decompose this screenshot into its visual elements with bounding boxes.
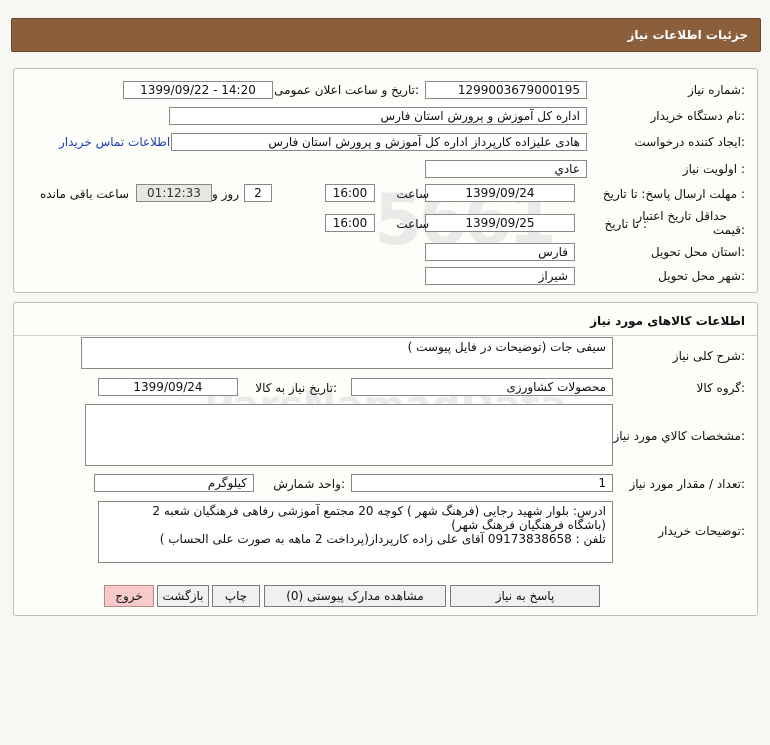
goods-group-label: گروه کالا: bbox=[696, 381, 746, 395]
unit-field: کیلوگرم bbox=[94, 474, 254, 492]
unit-label: واحد شمارش: bbox=[273, 477, 345, 491]
buyer-notes-line: (باشگاه فرهنگیان فرهنگ شهر) bbox=[451, 518, 606, 532]
announce-datetime-field: 1399/09/22 - 14:20 bbox=[123, 81, 273, 99]
days-remaining-field: 2 bbox=[244, 184, 272, 202]
quantity-label: تعداد / مقدار مورد نیاز: bbox=[629, 477, 745, 491]
goods-group-field: محصولات کشاورزی bbox=[351, 378, 613, 396]
page-header: جزئیات اطلاعات نیاز bbox=[11, 18, 761, 52]
exit-button[interactable]: خروج bbox=[104, 585, 154, 607]
deadline-time-label: ساعت bbox=[396, 187, 429, 201]
buyer-contact-link[interactable]: اطلاعات تماس خریدار bbox=[59, 135, 170, 149]
remaining-time-label: ساعت باقی مانده bbox=[39, 187, 129, 201]
back-button[interactable]: بازگشت bbox=[157, 585, 209, 607]
price-validity-time-field: 16:00 bbox=[325, 214, 375, 232]
goods-section-title: اطلاعات کالاهای مورد نیاز bbox=[590, 314, 745, 328]
need-date-label: تاریخ نیاز به کالا: bbox=[255, 381, 337, 395]
price-validity-time-label: ساعت bbox=[396, 217, 429, 231]
deadline-date-field: 1399/09/24 bbox=[425, 184, 575, 202]
need-number-label: شماره نیاز: bbox=[687, 83, 745, 97]
province-field: فارس bbox=[425, 243, 575, 261]
city-field: شیراز bbox=[425, 267, 575, 285]
general-desc-field: سیفی جات (توضیحات در فایل پیوست ) bbox=[81, 337, 613, 369]
buyer-org-field: اداره کل آموزش و پرورش استان فارس bbox=[169, 107, 587, 125]
need-info-panel: 5661 شماره نیاز: 1299003679000195 تاریخ … bbox=[13, 68, 758, 293]
priority-field: عادي bbox=[425, 160, 587, 178]
page-title: جزئیات اطلاعات نیاز bbox=[627, 28, 748, 42]
buyer-notes-line: تلفن : 09173838658 آقای علی زاده کارپردا… bbox=[159, 532, 606, 546]
need-number-field: 1299003679000195 bbox=[425, 81, 587, 99]
city-label: شهر محل تحویل: bbox=[658, 269, 745, 283]
buyer-notes-field: ادرس: بلوار شهید رجایی (فرهنگ شهر ) کوچه… bbox=[98, 501, 613, 563]
priority-label: اولویت نیاز : bbox=[682, 162, 745, 176]
buyer-notes-label: توضیحات خریدار: bbox=[658, 524, 745, 538]
specs-field bbox=[85, 404, 613, 466]
buyer-notes-line: ادرس: بلوار شهید رجایی (فرهنگ شهر ) کوچه… bbox=[152, 504, 606, 518]
general-desc-label: شرح کلی نیاز: bbox=[672, 349, 745, 363]
view-attachments-button[interactable]: مشاهده مدارک پیوستی (0) bbox=[264, 585, 446, 607]
requester-field: هادی علیزاده کارپرداز اداره کل آموزش و پ… bbox=[171, 133, 587, 151]
reply-button[interactable]: پاسخ به نیاز bbox=[450, 585, 600, 607]
need-date-field: 1399/09/24 bbox=[98, 378, 238, 396]
goods-info-panel: ParsNamadData اطلاعات کالاهای مورد نیاز … bbox=[13, 302, 758, 616]
price-validity-to-label: تا تاریخ : bbox=[604, 217, 647, 231]
province-label: استان محل تحویل: bbox=[650, 245, 745, 259]
days-label: روز و bbox=[212, 187, 239, 201]
requester-label: ایجاد کننده درخواست: bbox=[634, 135, 745, 149]
buyer-org-label: نام دستگاه خریدار: bbox=[650, 109, 746, 123]
announce-datetime-label: تاریخ و ساعت اعلان عمومی: bbox=[274, 83, 419, 97]
price-validity-label: حداقل تاریخ اعتبار bbox=[636, 209, 727, 223]
price-validity-label-2: قیمت: bbox=[712, 223, 745, 237]
print-button[interactable]: چاپ bbox=[212, 585, 260, 607]
deadline-label: مهلت ارسال پاسخ: تا تاریخ : bbox=[602, 187, 745, 201]
deadline-time-field: 16:00 bbox=[325, 184, 375, 202]
remaining-time-field: 01:12:33 bbox=[136, 184, 212, 202]
section-divider bbox=[14, 335, 757, 336]
price-validity-date-field: 1399/09/25 bbox=[425, 214, 575, 232]
quantity-field: 1 bbox=[351, 474, 613, 492]
specs-label: مشخصات کالاي مورد نياز: bbox=[613, 429, 745, 443]
